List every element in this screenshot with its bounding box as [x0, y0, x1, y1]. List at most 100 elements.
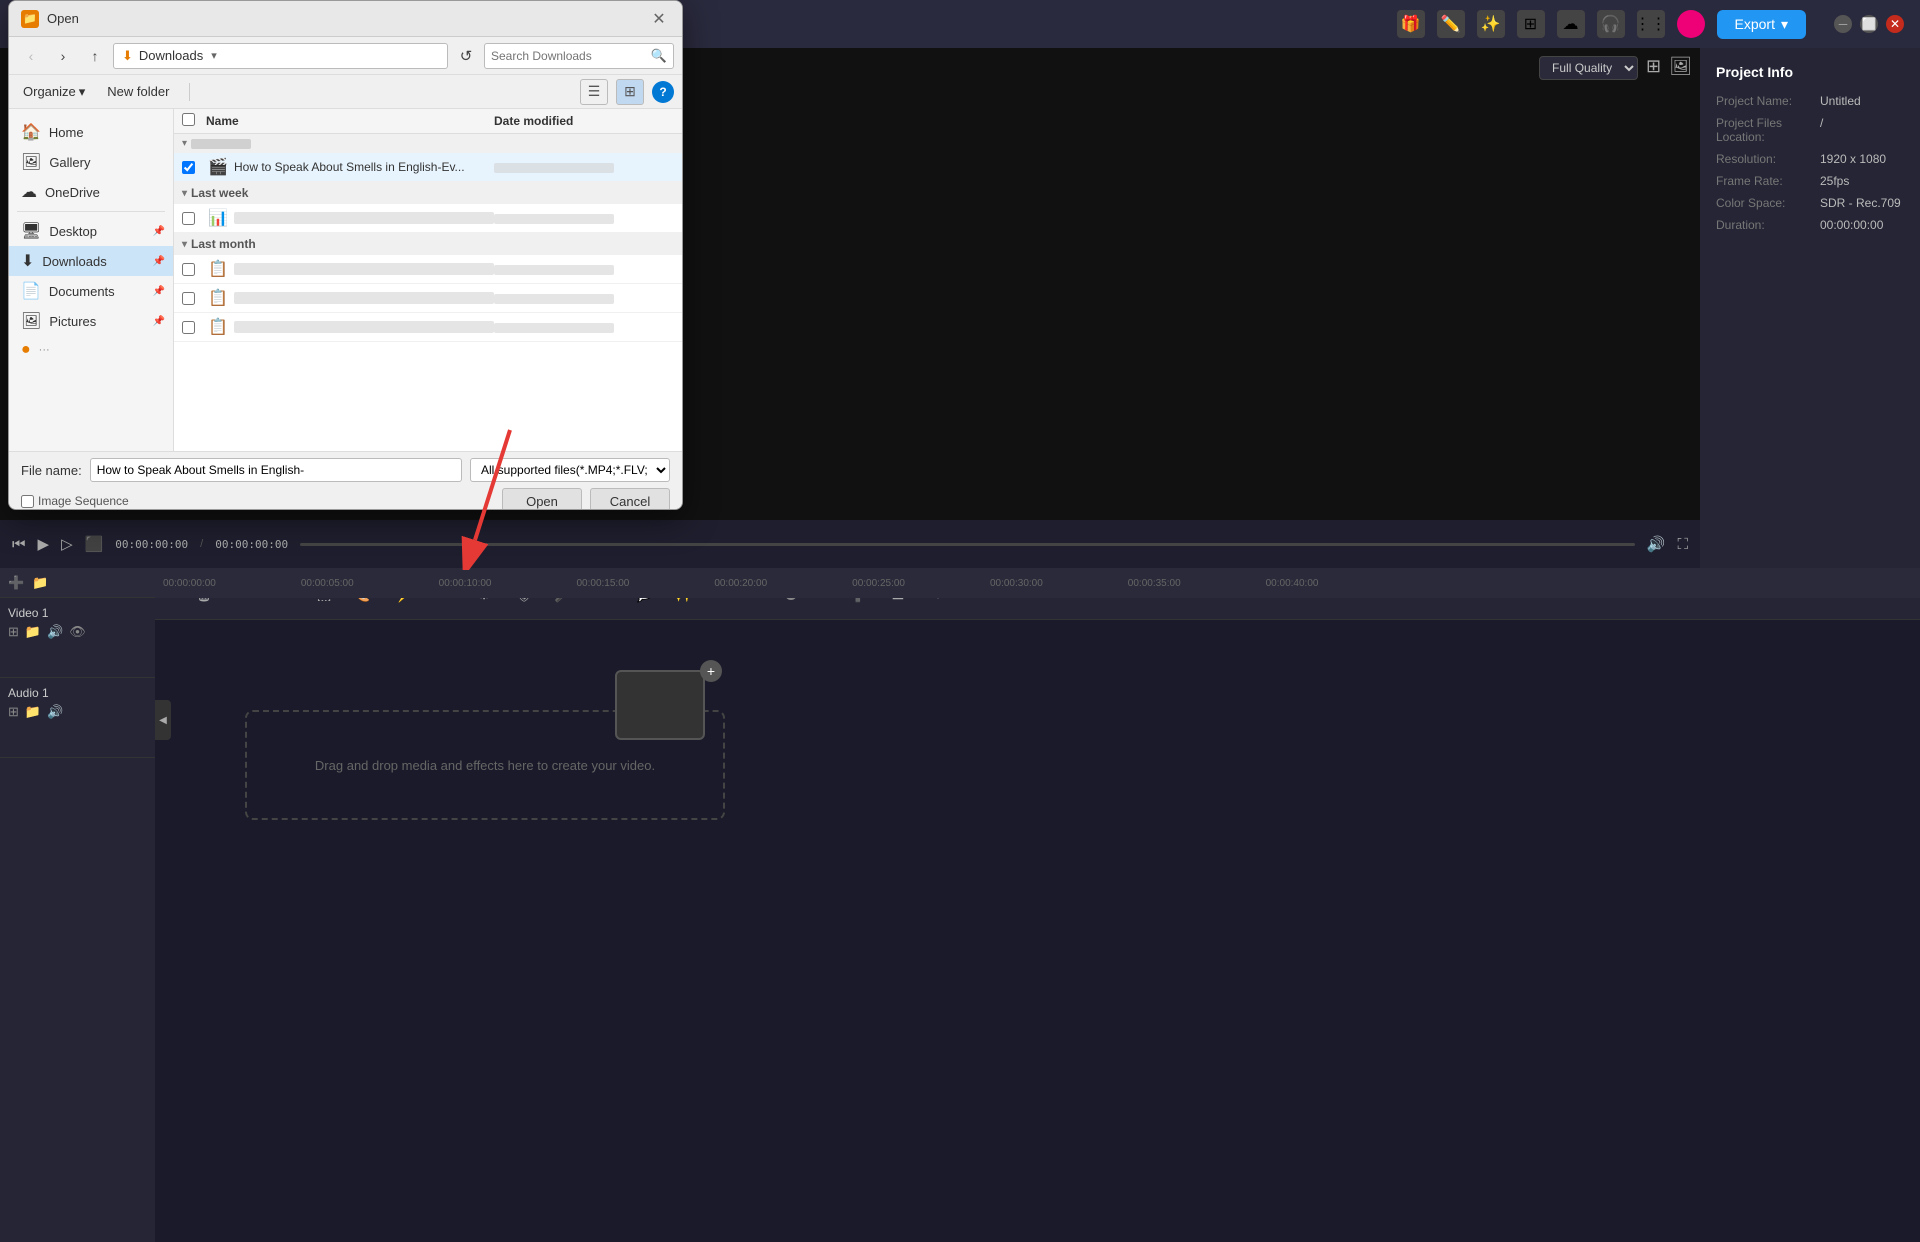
today-label-blurred: [191, 139, 251, 149]
view-details-button[interactable]: ⊞: [616, 79, 644, 105]
filename-label: File name:: [21, 463, 82, 478]
organize-button[interactable]: Organize ▾: [17, 81, 91, 103]
sidebar-item-pictures[interactable]: 🖼 Pictures 📌: [9, 306, 173, 336]
lm-file-name-1: [234, 263, 494, 275]
lm-file-check-2: [182, 292, 206, 305]
header-check: [182, 113, 206, 129]
lm-file-date-2: [494, 291, 674, 305]
sidebar-item-gallery[interactable]: 🖼 Gallery: [9, 147, 173, 177]
name-column-header[interactable]: Name: [206, 114, 494, 128]
lm-checkbox-3[interactable]: [182, 321, 195, 334]
sidebar-onedrive-label: OneDrive: [45, 185, 100, 200]
lastmonth-file-row-1[interactable]: 📋: [174, 255, 682, 284]
filetype-select[interactable]: All supported files(*.MP4;*.FLV;* All fi…: [470, 458, 670, 482]
sidebar-item-desktop[interactable]: 🖥 Desktop 📌: [9, 216, 173, 246]
dialog-title: 📁 Open: [21, 10, 79, 28]
sidebar-home-label: Home: [49, 125, 84, 140]
refresh-button[interactable]: ↺: [452, 42, 480, 70]
lm-checkbox-2[interactable]: [182, 292, 195, 305]
filename-input[interactable]: [90, 458, 462, 482]
lm-file-icon-3: 📋: [206, 317, 230, 337]
filelist-header: Name Date modified: [174, 109, 682, 134]
action-row: Image Sequence Open Cancel: [21, 488, 670, 510]
date-column-header[interactable]: Date modified: [494, 114, 674, 128]
lm-file-date-3: [494, 320, 674, 334]
organize-label: Organize: [23, 84, 76, 99]
lm-file-icon-1: 📋: [206, 259, 230, 279]
sidebar-gallery-label: Gallery: [49, 155, 90, 170]
more-icon2: ●: [21, 341, 31, 359]
sidebar-more-label: ···: [39, 344, 50, 356]
lm-file-date-1: [494, 262, 674, 276]
lastmonth-file-row-2[interactable]: 📋: [174, 284, 682, 313]
sidebar-downloads-label: Downloads: [42, 254, 106, 269]
dialog-toolbar: Organize ▾ New folder ☰ ⊞ ?: [9, 75, 682, 109]
cancel-button[interactable]: Cancel: [590, 488, 670, 510]
sidebar-item-home[interactable]: 🏠 Home: [9, 117, 173, 147]
desktop-icon: 🖥: [21, 221, 41, 241]
open-button[interactable]: Open: [502, 488, 582, 510]
sidebar-item-documents[interactable]: 📄 Documents 📌: [9, 276, 173, 306]
pictures-pin-icon: 📌: [153, 316, 165, 327]
select-all-checkbox[interactable]: [182, 113, 195, 126]
lm-file-name-3: [234, 321, 494, 333]
dialog-body: 🏠 Home 🖼 Gallery ☁ OneDrive 🖥 Desktop 📌: [9, 109, 682, 451]
sidebar-item-more[interactable]: ● ···: [9, 336, 173, 364]
image-sequence-checkbox[interactable]: [21, 495, 34, 508]
gallery-icon: 🖼: [21, 152, 41, 172]
sidebar-documents-label: Documents: [49, 284, 115, 299]
dialog-overlay: 📁 Open ✕ ‹ › ↑ ⬇ Downloads ▾ ↺ 🔍 Orga: [0, 0, 1920, 1242]
sidebar-item-downloads[interactable]: ⬇ Downloads 📌: [9, 246, 173, 276]
today-file-row[interactable]: 🎬 How to Speak About Smells in English-E…: [174, 153, 682, 182]
dialog-navbar: ‹ › ↑ ⬇ Downloads ▾ ↺ 🔍: [9, 37, 682, 75]
lm-file-check-1: [182, 263, 206, 276]
lastmonth-file-row-3[interactable]: 📋: [174, 313, 682, 342]
lw-checkbox-1[interactable]: [182, 212, 195, 225]
today-file-date: [494, 160, 674, 174]
documents-icon: 📄: [21, 281, 41, 301]
filename-row: File name: All supported files(*.MP4;*.F…: [21, 458, 670, 482]
home-icon: 🏠: [21, 122, 41, 142]
pin-icon: 📌: [153, 226, 165, 237]
lm-file-icon-2: 📋: [206, 288, 230, 308]
today-file-check: [182, 161, 206, 174]
lw-file-name-1: [234, 212, 494, 224]
sidebar-pictures-label: Pictures: [49, 314, 96, 329]
dialog-close-button[interactable]: ✕: [648, 8, 670, 30]
dialog-titlebar: 📁 Open ✕: [9, 1, 682, 37]
lm-file-check-3: [182, 321, 206, 334]
search-input[interactable]: [491, 49, 647, 63]
location-icon: ⬇: [122, 48, 133, 64]
downloads-pin-icon: 📌: [153, 256, 165, 267]
image-sequence-label: Image Sequence: [38, 494, 129, 508]
new-folder-button[interactable]: New folder: [99, 81, 177, 102]
today-chevron-icon: ▾: [182, 138, 187, 149]
open-dialog: 📁 Open ✕ ‹ › ↑ ⬇ Downloads ▾ ↺ 🔍 Orga: [8, 0, 683, 510]
dialog-title-text: Open: [47, 11, 79, 26]
organize-chevron-icon: ▾: [79, 84, 86, 100]
lm-checkbox-1[interactable]: [182, 263, 195, 276]
lw-file-check-1: [182, 212, 206, 225]
sidebar-desktop-label: Desktop: [49, 224, 97, 239]
dialog-filelist[interactable]: Name Date modified ▾ 🎬 How to Speak Abou…: [174, 109, 682, 451]
location-chevron-icon: ▾: [211, 49, 217, 62]
help-button[interactable]: ?: [652, 81, 674, 103]
sidebar-separator: [17, 211, 165, 212]
up-button[interactable]: ↑: [81, 42, 109, 70]
image-sequence-row: Image Sequence: [21, 494, 494, 508]
onedrive-icon: ☁: [21, 182, 37, 202]
back-button[interactable]: ‹: [17, 42, 45, 70]
lastmonth-group-header: ▾ Last month: [174, 233, 682, 255]
toolbar-separator: [189, 83, 190, 101]
forward-button[interactable]: ›: [49, 42, 77, 70]
search-box: 🔍: [484, 43, 674, 69]
lastweek-chevron-icon[interactable]: ▾: [182, 188, 187, 199]
lastmonth-chevron-icon[interactable]: ▾: [182, 239, 187, 250]
dialog-bottombar: File name: All supported files(*.MP4;*.F…: [9, 451, 682, 510]
view-toggle-button[interactable]: ☰: [580, 79, 608, 105]
today-file-checkbox[interactable]: [182, 161, 195, 174]
sidebar-item-onedrive[interactable]: ☁ OneDrive: [9, 177, 173, 207]
lastweek-file-row-1[interactable]: 📊: [174, 204, 682, 233]
search-icon: 🔍: [651, 48, 667, 64]
today-file-name: How to Speak About Smells in English-Ev.…: [234, 160, 494, 174]
